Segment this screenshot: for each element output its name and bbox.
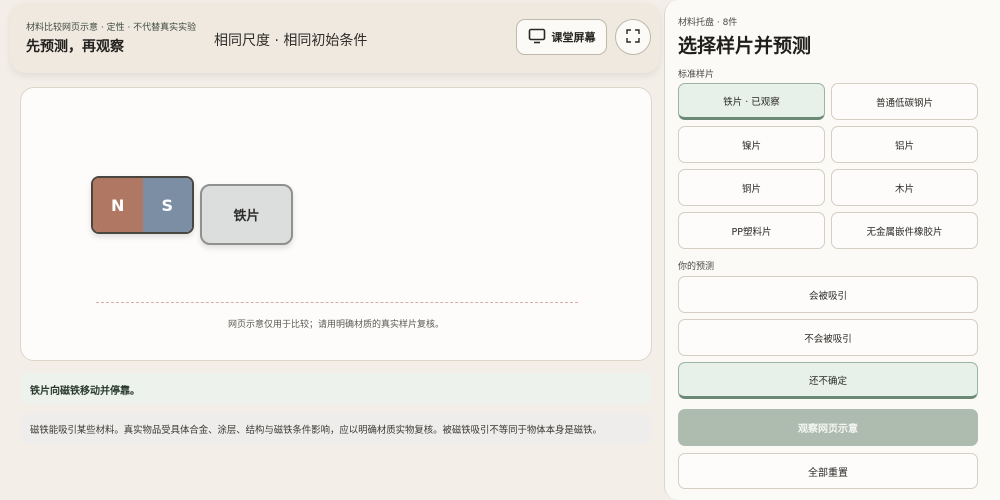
sample-piece: 铁片 [200,184,293,245]
sample-option-aluminum[interactable]: 铝片 [831,126,978,163]
sample-option-nickel[interactable]: 镍片 [678,126,825,163]
header-bar: 材料比较网页示意 · 定性 · 不代替真实实验 先预测，再观察 相同尺度 · 相… [10,3,660,73]
prediction-not-attracted[interactable]: 不会被吸引 [678,319,978,356]
reset-all-button[interactable]: 全部重置 [678,453,978,489]
conditions-label: 相同尺度 · 相同初始条件 [214,33,368,49]
prediction-options: 会被吸引 不会被吸引 还不确定 [678,276,978,399]
fullscreen-button[interactable] [615,19,651,55]
header-title: 先预测，再观察 [26,39,124,55]
magnet: N S [91,176,194,234]
fullscreen-icon [626,28,640,47]
sample-grid: 铁片 · 已观察 普通低碳钢片 镍片 铝片 铜片 木片 PP塑料片 无金属嵌件橡… [678,83,978,249]
sample-option-pp-plastic[interactable]: PP塑料片 [678,212,825,249]
classroom-screen-button[interactable]: 课堂屏幕 [516,19,607,55]
sample-option-copper[interactable]: 铜片 [678,169,825,206]
demo-stage: N S 铁片 网页示意仅用于比较；请用明确材质的真实样片复核。 [20,87,652,361]
track-divider [96,302,578,303]
prediction-attracted[interactable]: 会被吸引 [678,276,978,313]
observe-button[interactable]: 观察网页示意 [678,409,978,446]
classroom-screen-label: 课堂屏幕 [551,31,596,44]
observation-result: 铁片向磁铁移动并停靠。 [20,373,652,404]
explanation-text: 磁铁能吸引某些材料。真实物品受具体合金、涂层、结构与磁铁条件影响，应以明确材质实… [20,413,652,444]
samples-heading: 标准样片 [678,70,715,80]
stage-note: 网页示意仅用于比较；请用明确材质的真实样片复核。 [227,320,444,330]
magnet-north-pole: N [93,178,143,232]
sample-option-wood[interactable]: 木片 [831,169,978,206]
prediction-heading: 你的预测 [678,262,715,272]
sample-option-iron[interactable]: 铁片 · 已观察 [678,83,825,120]
main-area: 材料比较网页示意 · 定性 · 不代替真实实验 先预测，再观察 相同尺度 · 相… [0,0,664,500]
sample-option-low-carbon-steel[interactable]: 普通低碳钢片 [831,83,978,120]
prediction-unsure[interactable]: 还不确定 [678,362,978,399]
material-tray-panel: 材料托盘 · 8件 选择样片并预测 标准样片 铁片 · 已观察 普通低碳钢片 镍… [664,0,1000,500]
monitor-icon [528,28,546,47]
sample-option-rubber[interactable]: 无金属嵌件橡胶片 [831,212,978,249]
header-subtitle: 材料比较网页示意 · 定性 · 不代替真实实验 [26,23,197,33]
panel-title: 选择样片并预测 [678,35,812,57]
panel-subtitle: 材料托盘 · 8件 [678,18,738,28]
magnet-south-pole: S [142,178,192,232]
